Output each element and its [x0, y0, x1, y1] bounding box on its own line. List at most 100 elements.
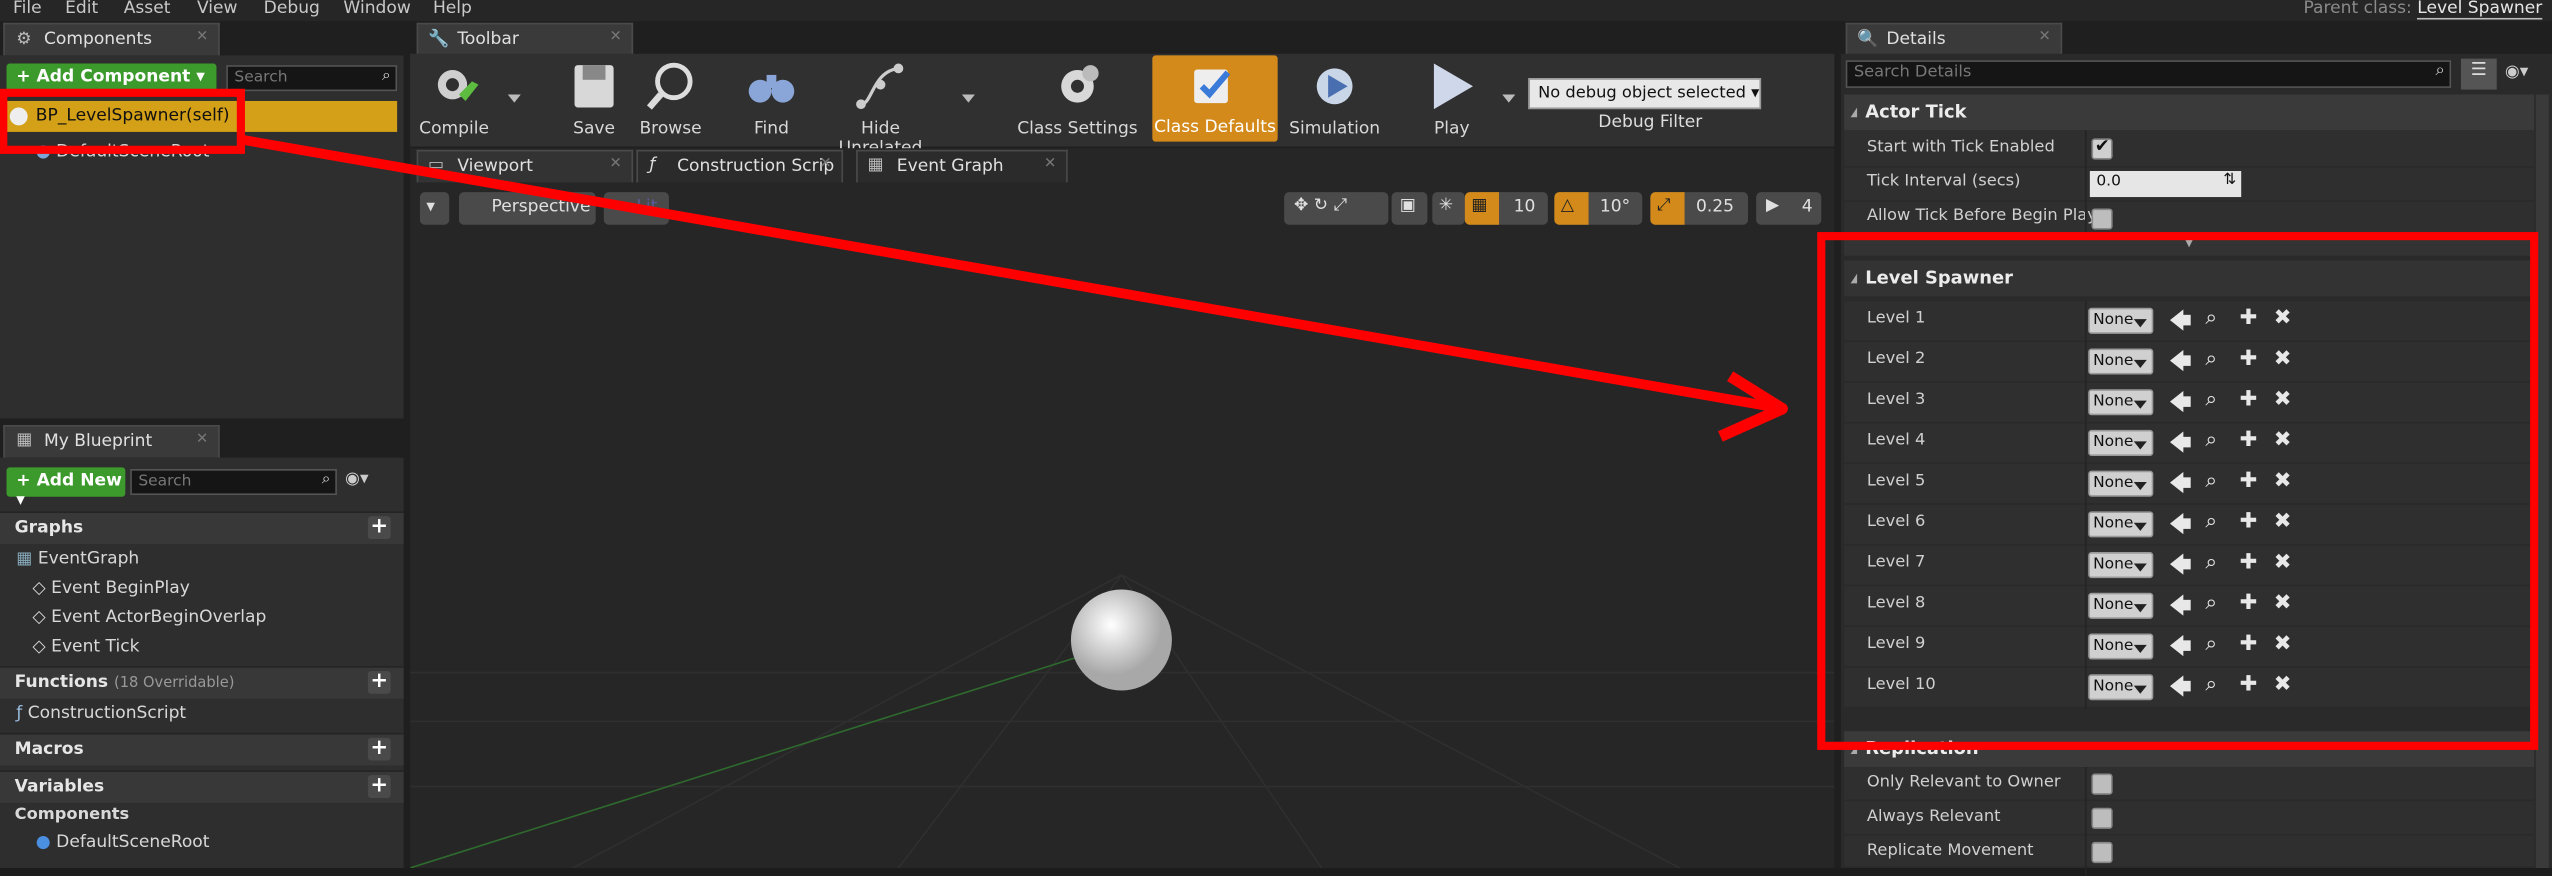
use-selected-arrow-icon[interactable]: 🡄: [2170, 550, 2192, 586]
browse-magnifier-icon[interactable]: ⌕: [2205, 510, 2217, 534]
add-plus-icon[interactable]: ✚: [2240, 428, 2258, 452]
clear-x-icon[interactable]: ✖: [2274, 347, 2292, 371]
only-relevant-checkbox[interactable]: [2091, 773, 2113, 795]
browse-magnifier-icon[interactable]: ⌕: [2205, 428, 2217, 452]
clear-x-icon[interactable]: ✖: [2274, 632, 2292, 656]
graphs-category[interactable]: Graphs +: [0, 511, 404, 544]
clear-x-icon[interactable]: ✖: [2274, 469, 2292, 493]
use-selected-arrow-icon[interactable]: 🡄: [2170, 306, 2192, 342]
clear-x-icon[interactable]: ✖: [2274, 673, 2292, 697]
level-select[interactable]: None: [2088, 307, 2154, 334]
camera-speed-control[interactable]: ▶ 4: [1756, 192, 1822, 225]
event-item-actorbeginoverlap[interactable]: ◇ Event ActorBeginOverlap: [33, 607, 267, 627]
tab-toolbar[interactable]: 🔧 Toolbar ✕: [416, 22, 634, 56]
rotation-snap-control[interactable]: △ 10°: [1554, 192, 1643, 225]
replicate-movement-checkbox[interactable]: [2091, 841, 2113, 864]
add-variable-button[interactable]: +: [367, 775, 391, 798]
eye-icon[interactable]: ◉▾: [2505, 62, 2528, 82]
perspective-button[interactable]: Perspective: [458, 192, 596, 225]
browse-magnifier-icon[interactable]: ⌕: [2205, 388, 2217, 412]
clear-x-icon[interactable]: ✖: [2274, 428, 2292, 452]
browse-magnifier-icon[interactable]: ⌕: [2205, 550, 2217, 574]
use-selected-arrow-icon[interactable]: 🡄: [2170, 591, 2192, 627]
use-selected-arrow-icon[interactable]: 🡄: [2170, 469, 2192, 505]
functions-category[interactable]: Functions (18 Overridable) +: [0, 666, 404, 699]
menu-file[interactable]: File: [13, 0, 42, 18]
add-graph-button[interactable]: +: [367, 516, 391, 540]
class-settings-button[interactable]: Class Settings: [1016, 54, 1140, 138]
menu-debug[interactable]: Debug: [264, 0, 320, 18]
menu-asset[interactable]: Asset: [124, 0, 171, 18]
menu-edit[interactable]: Edit: [65, 0, 98, 18]
viewport[interactable]: [410, 184, 1835, 868]
graph-item-eventgraph[interactable]: ▦ EventGraph: [16, 549, 139, 569]
add-function-button[interactable]: +: [367, 671, 391, 694]
level-select[interactable]: None: [2088, 633, 2154, 660]
level-select[interactable]: None: [2088, 552, 2154, 579]
actor-tick-header[interactable]: Actor Tick: [1844, 94, 2535, 131]
find-button[interactable]: Find: [739, 54, 804, 138]
class-defaults-button[interactable]: Class Defaults: [1152, 55, 1278, 142]
view-options-button[interactable]: ☰: [2460, 58, 2497, 90]
tab-event-graph[interactable]: ▦ Event Graph ✕: [856, 149, 1068, 183]
add-plus-icon[interactable]: ✚: [2240, 510, 2258, 534]
variables-category[interactable]: Variables +: [0, 770, 404, 803]
tick-interval-input[interactable]: 0.0 ⇅: [2089, 170, 2242, 198]
browse-magnifier-icon[interactable]: ⌕: [2205, 347, 2217, 371]
close-icon[interactable]: ✕: [1044, 156, 1056, 172]
tab-my-blueprint[interactable]: ▦ My Blueprint ✕: [3, 425, 220, 458]
close-icon[interactable]: ✕: [819, 156, 831, 172]
function-item-constructionscript[interactable]: ƒ ConstructionScript: [16, 704, 186, 724]
blueprint-search-input[interactable]: Search ⌕: [130, 469, 337, 496]
scale-snap-control[interactable]: ⤢ 0.25: [1650, 192, 1749, 225]
details-search-input[interactable]: Search Details ⌕: [1845, 60, 2452, 88]
replication-header[interactable]: Replication: [1844, 731, 2535, 768]
eye-icon[interactable]: ◉▾: [345, 469, 368, 489]
browse-magnifier-icon[interactable]: ⌕: [2205, 591, 2217, 615]
grid-snap-control[interactable]: ▦ 10: [1464, 192, 1548, 225]
browse-magnifier-icon[interactable]: ⌕: [2205, 632, 2217, 656]
tab-viewport[interactable]: ▭ Viewport ✕: [416, 149, 634, 183]
menu-help[interactable]: Help: [433, 0, 472, 18]
hide-unrelated-button[interactable]: Hide Unrelated: [819, 54, 943, 158]
use-selected-arrow-icon[interactable]: 🡄: [2170, 673, 2192, 709]
tab-details[interactable]: 🔍 Details ✕: [1845, 22, 2063, 56]
browse-magnifier-icon[interactable]: ⌕: [2205, 673, 2217, 697]
transform-tools[interactable]: ✥ ↻ ⤢: [1284, 192, 1389, 225]
start-tick-checkbox[interactable]: ✔: [2091, 135, 2113, 160]
play-button[interactable]: Play: [1416, 54, 1488, 138]
always-relevant-checkbox[interactable]: [2091, 807, 2113, 829]
component-item-self[interactable]: BP_LevelSpawner(self): [3, 100, 398, 132]
components-search-input[interactable]: Search ⌕: [226, 65, 398, 92]
surface-snap-button[interactable]: ▣: [1391, 192, 1428, 225]
world-local-button[interactable]: ✳: [1432, 192, 1465, 225]
hide-unrelated-dropdown[interactable]: [961, 94, 975, 103]
level-select[interactable]: None: [2088, 511, 2154, 538]
menu-window[interactable]: Window: [343, 0, 410, 18]
use-selected-arrow-icon[interactable]: 🡄: [2170, 347, 2192, 383]
use-selected-arrow-icon[interactable]: 🡄: [2170, 632, 2192, 668]
menu-view[interactable]: View: [197, 0, 238, 18]
use-selected-arrow-icon[interactable]: 🡄: [2170, 510, 2192, 546]
lit-button[interactable]: Lit: [603, 192, 669, 225]
level-spawner-header[interactable]: Level Spawner: [1844, 260, 2535, 297]
browse-magnifier-icon[interactable]: ⌕: [2205, 306, 2217, 330]
level-select[interactable]: None: [2088, 592, 2154, 619]
browse-magnifier-icon[interactable]: ⌕: [2205, 469, 2217, 493]
close-icon[interactable]: ✕: [196, 432, 208, 448]
add-plus-icon[interactable]: ✚: [2240, 550, 2258, 574]
add-component-button[interactable]: + Add Component ▾: [6, 63, 217, 92]
clear-x-icon[interactable]: ✖: [2274, 510, 2292, 534]
close-icon[interactable]: ✕: [609, 156, 621, 172]
level-select[interactable]: None: [2088, 429, 2154, 456]
add-plus-icon[interactable]: ✚: [2240, 591, 2258, 615]
add-macro-button[interactable]: +: [367, 738, 391, 761]
compile-button[interactable]: Compile: [417, 54, 492, 138]
use-selected-arrow-icon[interactable]: 🡄: [2170, 388, 2192, 424]
tab-components[interactable]: ⚙ Components ✕: [3, 22, 220, 56]
component-item-defaultsceneroot[interactable]: ● DefaultSceneRoot: [36, 142, 210, 162]
simulation-button[interactable]: Simulation: [1286, 54, 1384, 138]
browse-button[interactable]: Browse: [635, 54, 707, 138]
viewport-options-button[interactable]: ▾: [419, 192, 450, 225]
level-select[interactable]: None: [2088, 348, 2154, 375]
